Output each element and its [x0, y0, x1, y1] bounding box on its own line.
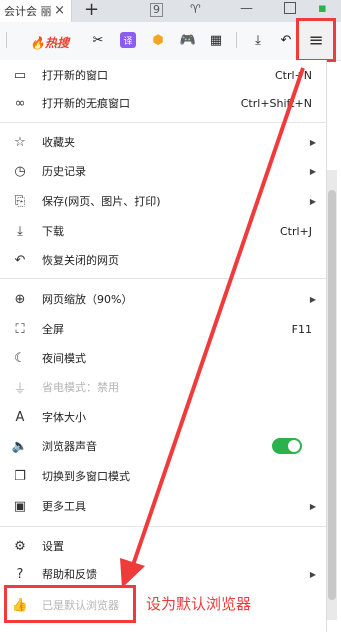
- annotation-arrow: [120, 67, 305, 588]
